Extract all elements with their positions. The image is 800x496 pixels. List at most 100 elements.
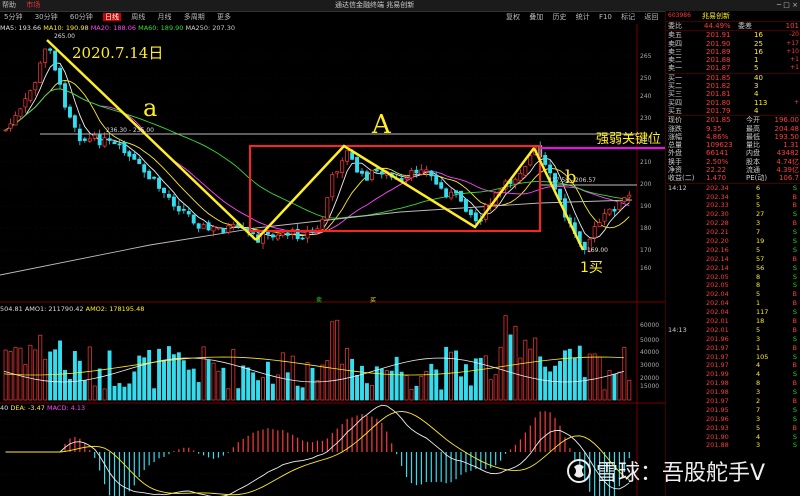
tick-row: 201.98 8 B bbox=[666, 379, 800, 388]
volume-axis-label: 40000 bbox=[640, 349, 659, 356]
volume-bar bbox=[325, 360, 330, 401]
bid-row[interactable]: 买四 201.80 113 + bbox=[666, 99, 800, 107]
stat-value: 1.31 bbox=[783, 141, 799, 150]
mid-price-label: 217.58 - 206.57 bbox=[548, 177, 596, 184]
tick-price: 201.88 bbox=[706, 441, 729, 450]
volume-bar bbox=[473, 358, 478, 401]
tick-side: B bbox=[792, 343, 797, 352]
tick-volume: 6 bbox=[756, 183, 761, 192]
tick-side: B bbox=[792, 192, 797, 201]
volume-bar bbox=[439, 389, 444, 401]
tick-volume: 4 bbox=[756, 361, 761, 370]
candle-body bbox=[176, 205, 181, 212]
candle-body bbox=[612, 209, 617, 212]
low-price-label: 169.00 bbox=[587, 247, 608, 254]
candle-body bbox=[627, 194, 632, 198]
candle-body bbox=[597, 222, 602, 228]
tick-price: 201.97 bbox=[706, 352, 729, 361]
stat-label: 涨跌 bbox=[668, 124, 682, 133]
tick-price: 202.04 bbox=[706, 299, 729, 308]
stat-value: 4.86% bbox=[706, 132, 729, 141]
volume-bar bbox=[167, 346, 171, 401]
tick-side: S bbox=[792, 245, 797, 254]
volume-bar bbox=[572, 357, 577, 401]
volume-bar bbox=[162, 359, 166, 401]
bid-row[interactable]: 买二 201.82 3 bbox=[666, 82, 800, 90]
kline-chart[interactable]: 2020.7.14日 a A b 强弱关键位 1买 265.00 236.30 … bbox=[0, 0, 665, 496]
volume-bar bbox=[320, 364, 325, 401]
ask-row[interactable]: 卖四 201.90 25 +17 bbox=[666, 40, 800, 48]
tick-row: 201.97 1 B bbox=[666, 344, 800, 353]
volume-bar bbox=[43, 358, 48, 401]
ask-row[interactable]: 卖一 201.87 5 +1 bbox=[666, 64, 800, 72]
tick-row: 202.14 57 B bbox=[666, 255, 800, 264]
tick-volume: 18 bbox=[756, 317, 765, 325]
volume-bar bbox=[246, 367, 251, 401]
amo1-value: AMO1: 211790.42 bbox=[24, 305, 84, 313]
volume-bar bbox=[558, 360, 562, 401]
tick-volume: 117 bbox=[756, 308, 769, 317]
bid-list: 买一 201.85 40 买二 201.82 3 买三 201.81 4 买四 201.80 113 +… bbox=[666, 74, 800, 115]
minimize-icon[interactable]: ─ bbox=[777, 1, 781, 9]
annotation-date: 2020.7.14日 bbox=[72, 44, 163, 62]
bid-row[interactable]: 买一 201.85 40 bbox=[666, 74, 800, 82]
ask-row[interactable]: 卖二 201.88 1 +1 bbox=[666, 56, 800, 64]
candle-body bbox=[107, 138, 112, 141]
tick-row: 202.14 56 S bbox=[666, 264, 800, 273]
volume-bar bbox=[171, 354, 176, 401]
tick-side: S bbox=[792, 308, 797, 317]
stat-row: 涨幅 4.86% 最低 193.50 bbox=[666, 133, 800, 141]
tick-price: 201.95 bbox=[706, 405, 729, 414]
tick-volume: 5 bbox=[756, 290, 761, 299]
bid-row[interactable]: 买三 201.81 4 bbox=[666, 90, 800, 98]
volume-bar bbox=[592, 353, 597, 401]
ask-row[interactable]: 卖三 201.89 16 +10 bbox=[666, 48, 800, 56]
tick-price: 202.34 bbox=[706, 192, 729, 201]
ask-row[interactable]: 卖五 201.91 16 -20 bbox=[666, 31, 800, 39]
tick-volume: 8 bbox=[756, 272, 761, 281]
volume-bar bbox=[577, 345, 582, 401]
maximize-icon[interactable]: □ bbox=[783, 1, 790, 9]
tick-volume: 2 bbox=[756, 397, 761, 406]
bid-row[interactable]: 买五 201.79 4 bbox=[666, 107, 800, 115]
candle-body bbox=[602, 213, 607, 222]
stat-value: 4.39亿 bbox=[776, 166, 799, 175]
tick-row: 202.04 117 S bbox=[666, 308, 800, 317]
volume-bar bbox=[627, 379, 632, 401]
close-icon[interactable]: × bbox=[792, 1, 798, 9]
volume-bar bbox=[107, 350, 112, 401]
candle-body bbox=[216, 227, 221, 230]
tick-volume: 5 bbox=[756, 325, 761, 334]
tick-price: 202.01 bbox=[706, 317, 729, 325]
volume-axis-label: 15000 bbox=[640, 383, 659, 390]
quote-panel: 603986 兆易创新 委比 44.49% 委差 101 卖五 201.91 16-… bbox=[665, 11, 800, 496]
candle-body bbox=[77, 128, 82, 142]
stat-label: PE(动) bbox=[746, 174, 768, 183]
stat-row: 涨跌 9.35 最高 204.48 bbox=[666, 125, 800, 133]
order-label: 卖一 bbox=[668, 64, 682, 73]
tick-list[interactable]: 14:12 202.34 6 S 202.34 5 B 202.33 5 B 202.30 27 S 20… bbox=[666, 184, 800, 451]
candle-body bbox=[33, 82, 38, 91]
order-price: 201.87 bbox=[706, 64, 731, 73]
candle-body bbox=[300, 237, 305, 240]
volume-axis-label: 60000 bbox=[640, 322, 659, 329]
candle-body bbox=[464, 198, 468, 212]
tick-price: 202.20 bbox=[706, 236, 729, 245]
volume-bar bbox=[622, 347, 627, 401]
order-label: 买四 bbox=[668, 98, 682, 107]
volume-bar bbox=[305, 362, 310, 401]
tick-price: 202.04 bbox=[706, 308, 729, 317]
volume-bar bbox=[186, 369, 191, 401]
candle-body bbox=[38, 62, 43, 83]
candle-body bbox=[280, 232, 285, 236]
volume-bar bbox=[147, 350, 152, 401]
volume-bar bbox=[196, 382, 201, 401]
order-price: 201.82 bbox=[706, 82, 731, 91]
volume-bar bbox=[211, 362, 216, 401]
price-axis-label: 220 bbox=[640, 137, 652, 144]
order-price: 201.88 bbox=[706, 56, 731, 65]
stat-label: 最低 bbox=[746, 132, 760, 141]
volume-bar bbox=[335, 319, 340, 401]
candle-body bbox=[63, 83, 67, 108]
tick-price: 202.21 bbox=[706, 228, 729, 237]
